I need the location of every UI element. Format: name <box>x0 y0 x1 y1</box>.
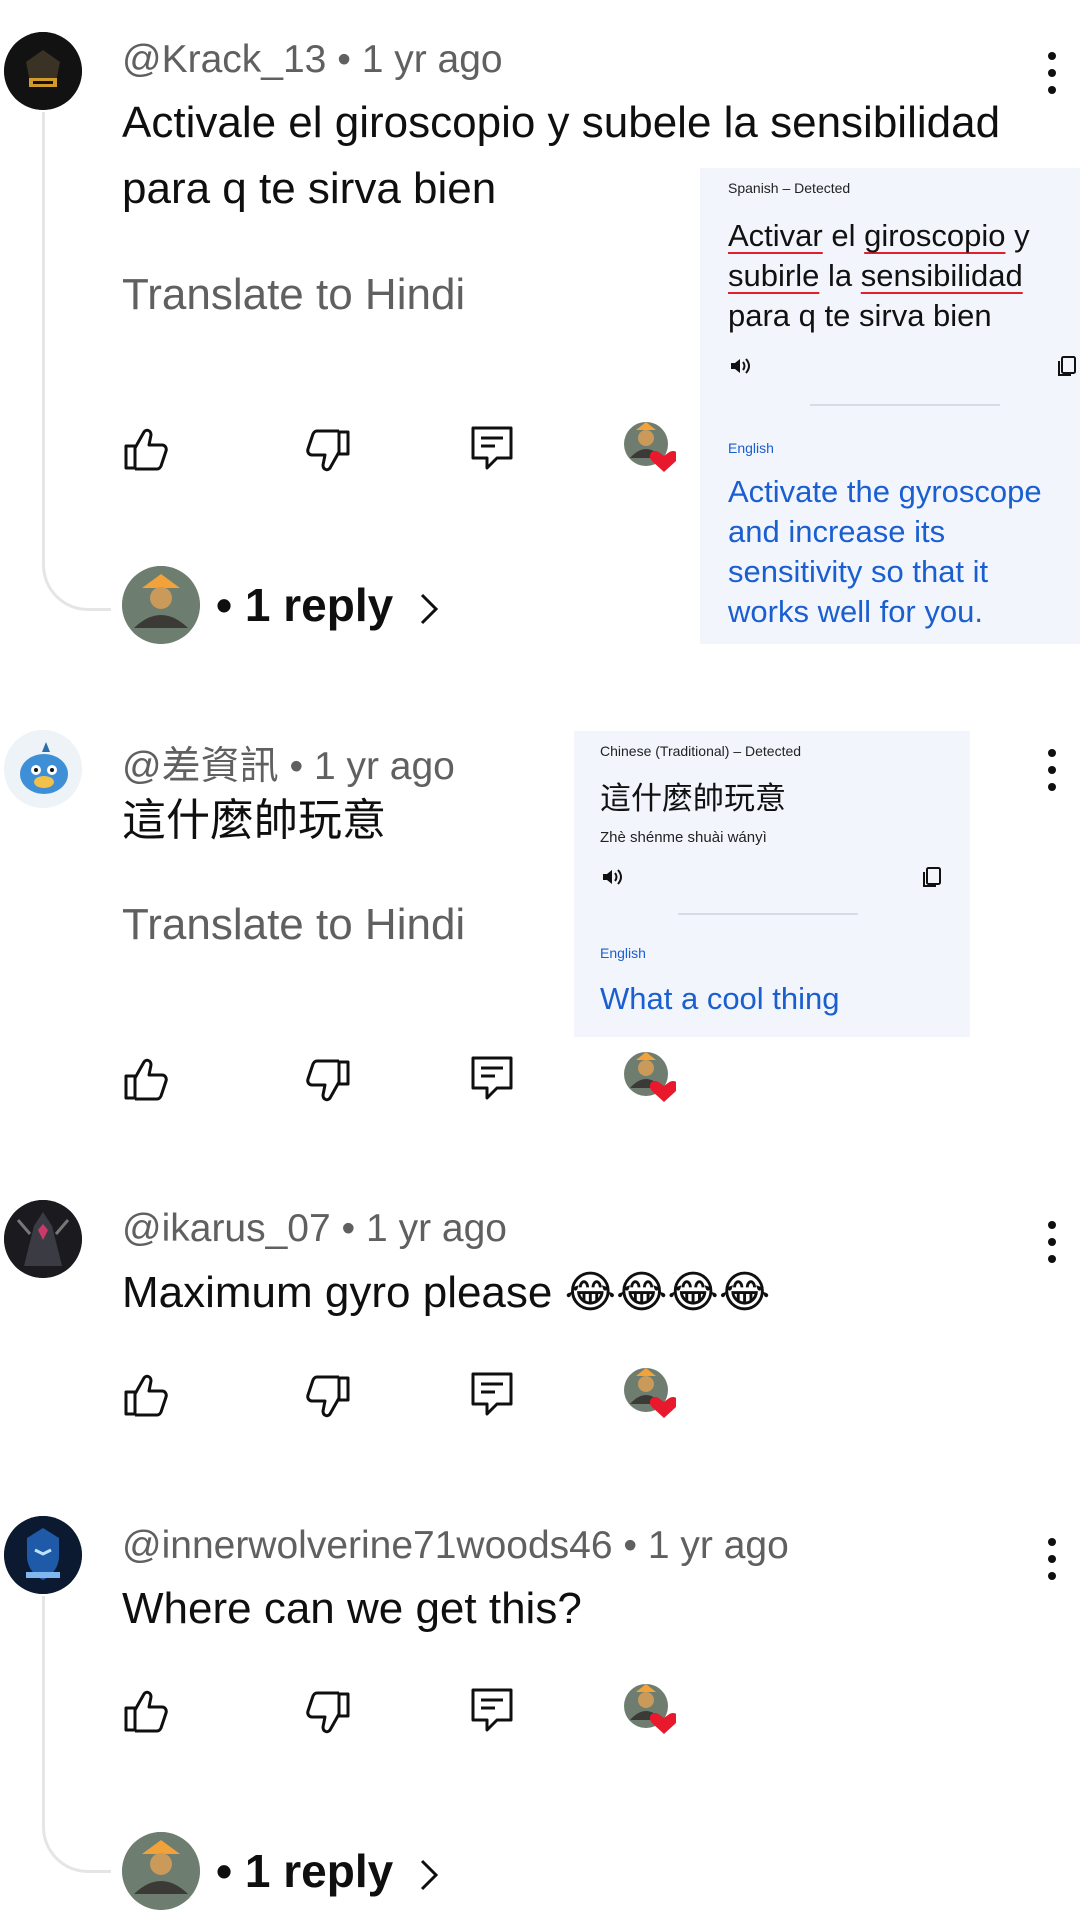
source-word: giroscopio <box>864 218 1006 253</box>
like-icon[interactable] <box>122 1372 170 1420</box>
dislike-icon[interactable] <box>304 1056 352 1104</box>
comment-age: 1 yr ago <box>361 38 503 81</box>
avatar-ikarus-icon <box>4 1200 82 1278</box>
source-word: el <box>831 218 856 253</box>
speaker-icon[interactable] <box>728 354 752 378</box>
translated-text: What a cool thing <box>600 981 840 1016</box>
reply-icon[interactable] <box>468 1370 516 1418</box>
source-word: para q te sirva bien <box>728 298 992 333</box>
translate-link[interactable]: Translate to Hindi <box>122 900 465 950</box>
comment-text-line: Activale el giroscopio y subele la sensi… <box>122 98 1001 147</box>
reply-avatar-icon <box>122 1832 200 1910</box>
comment-text: Where can we get this? <box>122 1576 582 1642</box>
dislike-icon[interactable] <box>304 1372 352 1420</box>
separator-dot: • <box>289 745 314 788</box>
more-vert-icon[interactable] <box>1048 52 1064 103</box>
comment-header: @差資訊 • 1 yr ago <box>122 735 455 791</box>
avatar-bird-icon <box>4 730 82 808</box>
comment-text: 這什麼帥玩意 <box>122 788 386 854</box>
more-vert-icon[interactable] <box>1048 749 1064 800</box>
comment-age: 1 yr ago <box>313 745 455 788</box>
like-icon[interactable] <box>122 1688 170 1736</box>
comment-text: Maximum gyro please 😂😂😂😂 <box>122 1260 770 1326</box>
source-word: sensibilidad <box>860 258 1023 293</box>
source-word: y <box>1014 218 1030 253</box>
divider <box>678 913 858 915</box>
reply-thread-line <box>42 1596 111 1873</box>
avatar[interactable] <box>4 730 82 808</box>
reply-avatar[interactable] <box>122 1832 200 1910</box>
translation-card: Spanish – Detected Activar el giroscopio… <box>700 168 1080 644</box>
translate-link[interactable]: Translate to Hindi <box>122 270 465 320</box>
avatar[interactable] <box>4 1516 82 1594</box>
like-icon[interactable] <box>122 426 170 474</box>
comment-header: @Krack_13 • 1 yr ago <box>122 38 503 82</box>
copy-icon[interactable] <box>1055 354 1079 378</box>
comment-header: @innerwolverine71woods46 • 1 yr ago <box>122 1524 789 1568</box>
reply-thread-line <box>42 112 111 611</box>
romanization: Zhè shénme shuài wányì <box>600 829 767 846</box>
source-text: 這什麼帥玩意 <box>600 781 786 816</box>
reply-icon[interactable] <box>468 424 516 472</box>
reply-icon[interactable] <box>468 1686 516 1734</box>
divider <box>810 404 1000 406</box>
creator-heart-icon <box>622 1682 676 1736</box>
separator-dot: • <box>337 38 362 81</box>
reply-icon[interactable] <box>468 1054 516 1102</box>
chevron-right-icon <box>420 593 439 624</box>
replies-count: • 1 reply <box>216 1845 394 1897</box>
comment-age: 1 yr ago <box>366 1207 507 1250</box>
separator-dot: • <box>341 1207 367 1250</box>
replies-link[interactable]: • 1 reply <box>216 1844 442 1898</box>
more-vert-icon[interactable] <box>1048 1221 1064 1272</box>
creator-heart-icon <box>622 420 676 474</box>
source-word: la <box>827 258 853 293</box>
target-language-label: English <box>728 440 774 456</box>
replies-link[interactable]: • 1 reply <box>216 578 442 632</box>
avatar-wolverine-icon <box>4 1516 82 1594</box>
more-vert-icon[interactable] <box>1048 1538 1064 1589</box>
reply-avatar[interactable] <box>122 566 200 644</box>
target-language-label: English <box>600 945 646 961</box>
replies-count: • 1 reply <box>216 579 394 631</box>
avatar-krack-icon <box>4 32 82 110</box>
comment-header: @ikarus_07 • 1 yr ago <box>122 1207 507 1251</box>
avatar[interactable] <box>4 1200 82 1278</box>
dislike-icon[interactable] <box>304 426 352 474</box>
source-word: Activar <box>728 218 823 253</box>
copy-icon[interactable] <box>920 865 944 889</box>
comment-handle[interactable]: @差資訊 <box>122 745 279 788</box>
comment-text-line: Maximum gyro please 😂😂😂😂 <box>122 1268 771 1317</box>
comment-age: 1 yr ago <box>647 1524 789 1567</box>
like-icon[interactable] <box>122 1056 170 1104</box>
source-language-label: Spanish – Detected <box>728 180 851 196</box>
speaker-icon[interactable] <box>600 865 624 889</box>
chevron-right-icon <box>420 1859 439 1890</box>
creator-heart-icon <box>622 1366 676 1420</box>
comment-handle[interactable]: @ikarus_07 <box>122 1207 331 1250</box>
translated-text: Activate the gyroscope and increase its … <box>728 474 1042 629</box>
avatar[interactable] <box>4 32 82 110</box>
comment-handle[interactable]: @innerwolverine71woods46 <box>122 1524 613 1567</box>
source-text: Activar el giroscopio y subirle la sensi… <box>728 216 1073 336</box>
source-language-label: Chinese (Traditional) – Detected <box>600 743 802 759</box>
dislike-icon[interactable] <box>304 1688 352 1736</box>
source-word: subirle <box>728 258 820 293</box>
comment-text-line: Where can we get this? <box>122 1584 582 1633</box>
translation-card: Chinese (Traditional) – Detected 這什麼帥玩意 … <box>574 731 970 1037</box>
comment-text-line: 這什麼帥玩意 <box>122 796 386 845</box>
reply-avatar-icon <box>122 566 200 644</box>
separator-dot: • <box>623 1524 648 1567</box>
creator-heart-icon <box>622 1050 676 1104</box>
comment-handle[interactable]: @Krack_13 <box>122 38 326 81</box>
